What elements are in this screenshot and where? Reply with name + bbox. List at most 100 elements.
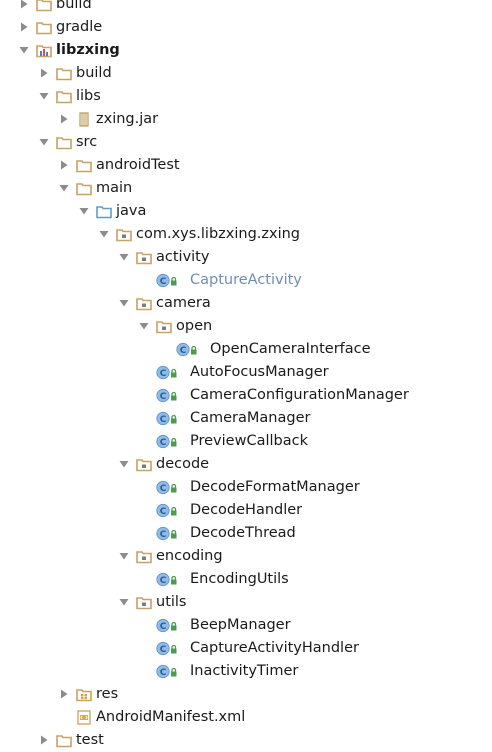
- class-icon: C: [156, 480, 178, 495]
- svg-text:C: C: [160, 576, 167, 586]
- tree-item-label: encoding: [156, 548, 223, 564]
- svg-text:C: C: [160, 507, 167, 517]
- tree-item-label: main: [96, 180, 133, 196]
- tree-row-encoding[interactable]: encoding: [0, 545, 492, 568]
- folder-icon: [56, 135, 72, 150]
- expand-arrow-down-icon[interactable]: [118, 458, 130, 470]
- folder-icon: [36, 20, 52, 35]
- expand-arrow-down-icon[interactable]: [98, 228, 110, 240]
- expand-arrow-down-icon[interactable]: [118, 596, 130, 608]
- class-icon: C: [156, 572, 178, 587]
- module-icon: [36, 43, 52, 58]
- class-icon: C: [156, 526, 178, 541]
- tree-row-androidmanifest-xml[interactable]: AndroidManifest.xml: [0, 706, 492, 729]
- folder-icon: [56, 66, 72, 81]
- tree-row-java[interactable]: java: [0, 200, 492, 223]
- tree-item-label: test: [76, 732, 104, 748]
- collapse-arrow-right-icon[interactable]: [18, 21, 30, 33]
- tree-row-build[interactable]: build: [0, 62, 492, 85]
- expand-arrow-down-icon[interactable]: [118, 550, 130, 562]
- tree-row-main[interactable]: main: [0, 177, 492, 200]
- tree-row-test[interactable]: test: [0, 729, 492, 752]
- expand-arrow-down-icon[interactable]: [38, 90, 50, 102]
- folder-icon: [76, 158, 92, 173]
- expand-arrow-down-icon[interactable]: [78, 205, 90, 217]
- expand-arrow-down-icon[interactable]: [138, 320, 150, 332]
- tree-row-libzxing[interactable]: libzxing: [0, 39, 492, 62]
- tree-row-src[interactable]: src: [0, 131, 492, 154]
- tree-row-decodehandler[interactable]: C DecodeHandler: [0, 499, 492, 522]
- svg-text:C: C: [160, 622, 167, 632]
- tree-item-label: PreviewCallback: [190, 433, 308, 449]
- folder-icon: [56, 89, 72, 104]
- expand-arrow-down-icon[interactable]: [118, 297, 130, 309]
- xml-file-icon: [76, 710, 92, 725]
- tree-row-utils[interactable]: utils: [0, 591, 492, 614]
- tree-row-com-xys-libzxing-zxing[interactable]: com.xys.libzxing.zxing: [0, 223, 492, 246]
- class-icon: C: [176, 342, 198, 357]
- tree-item-label: com.xys.libzxing.zxing: [136, 226, 301, 242]
- tree-row-decode[interactable]: decode: [0, 453, 492, 476]
- collapse-arrow-right-icon[interactable]: [58, 113, 70, 125]
- tree-row-beepmanager[interactable]: C BeepManager: [0, 614, 492, 637]
- class-icon: C: [156, 434, 178, 449]
- tree-row-decodethread[interactable]: C DecodeThread: [0, 522, 492, 545]
- tree-row-previewcallback[interactable]: C PreviewCallback: [0, 430, 492, 453]
- package-icon: [136, 549, 152, 564]
- tree-item-label: res: [96, 686, 119, 702]
- class-icon: C: [156, 503, 178, 518]
- collapse-arrow-right-icon[interactable]: [58, 688, 70, 700]
- tree-row-gradle[interactable]: gradle: [0, 16, 492, 39]
- tree-row-build[interactable]: build: [0, 0, 492, 16]
- project-tree: build gradle libzxing build libs zxing.j…: [0, 0, 492, 748]
- tree-item-label: src: [76, 134, 98, 150]
- package-icon: [116, 227, 132, 242]
- tree-row-androidtest[interactable]: androidTest: [0, 154, 492, 177]
- tree-row-open[interactable]: open: [0, 315, 492, 338]
- svg-text:C: C: [160, 438, 167, 448]
- svg-text:C: C: [160, 369, 167, 379]
- expand-arrow-down-icon[interactable]: [118, 251, 130, 263]
- tree-row-inactivitytimer[interactable]: C InactivityTimer: [0, 660, 492, 683]
- class-icon: C: [156, 618, 178, 633]
- tree-item-label: libzxing: [56, 42, 120, 58]
- collapse-arrow-right-icon[interactable]: [58, 159, 70, 171]
- tree-row-camera[interactable]: camera: [0, 292, 492, 315]
- tree-item-label: utils: [156, 594, 187, 610]
- jar-icon: [76, 112, 92, 127]
- expand-arrow-down-icon[interactable]: [38, 136, 50, 148]
- tree-item-label: activity: [156, 249, 210, 265]
- collapse-arrow-right-icon[interactable]: [38, 67, 50, 79]
- tree-item-label: DecodeFormatManager: [190, 479, 360, 495]
- tree-row-decodeformatmanager[interactable]: C DecodeFormatManager: [0, 476, 492, 499]
- collapse-arrow-right-icon[interactable]: [38, 734, 50, 746]
- tree-row-cameraconfigurationmanager[interactable]: C CameraConfigurationManager: [0, 384, 492, 407]
- collapse-arrow-right-icon[interactable]: [18, 0, 30, 10]
- class-icon: C: [156, 411, 178, 426]
- tree-row-autofocusmanager[interactable]: C AutoFocusManager: [0, 361, 492, 384]
- folder-icon: [56, 733, 72, 748]
- tree-row-activity[interactable]: activity: [0, 246, 492, 269]
- tree-row-zxing-jar[interactable]: zxing.jar: [0, 108, 492, 131]
- svg-text:C: C: [160, 645, 167, 655]
- resource-folder-icon: [76, 687, 92, 702]
- class-icon: C: [156, 641, 178, 656]
- tree-row-captureactivity[interactable]: C CaptureActivity: [0, 269, 492, 292]
- tree-row-res[interactable]: res: [0, 683, 492, 706]
- class-icon: C: [156, 273, 178, 288]
- tree-row-opencamerainterface[interactable]: C OpenCameraInterface: [0, 338, 492, 361]
- tree-item-label: build: [56, 0, 92, 12]
- tree-item-label: DecodeThread: [190, 525, 296, 541]
- tree-item-label: zxing.jar: [96, 111, 159, 127]
- tree-row-libs[interactable]: libs: [0, 85, 492, 108]
- tree-item-label: CaptureActivity: [190, 272, 302, 288]
- svg-text:C: C: [160, 668, 167, 678]
- tree-item-label: libs: [76, 88, 101, 104]
- expand-arrow-down-icon[interactable]: [58, 182, 70, 194]
- tree-row-cameramanager[interactable]: C CameraManager: [0, 407, 492, 430]
- tree-row-encodingutils[interactable]: C EncodingUtils: [0, 568, 492, 591]
- source-folder-icon: [96, 204, 112, 219]
- tree-row-captureactivityhandler[interactable]: C CaptureActivityHandler: [0, 637, 492, 660]
- tree-item-label: CaptureActivityHandler: [190, 640, 359, 656]
- expand-arrow-down-icon[interactable]: [18, 44, 30, 56]
